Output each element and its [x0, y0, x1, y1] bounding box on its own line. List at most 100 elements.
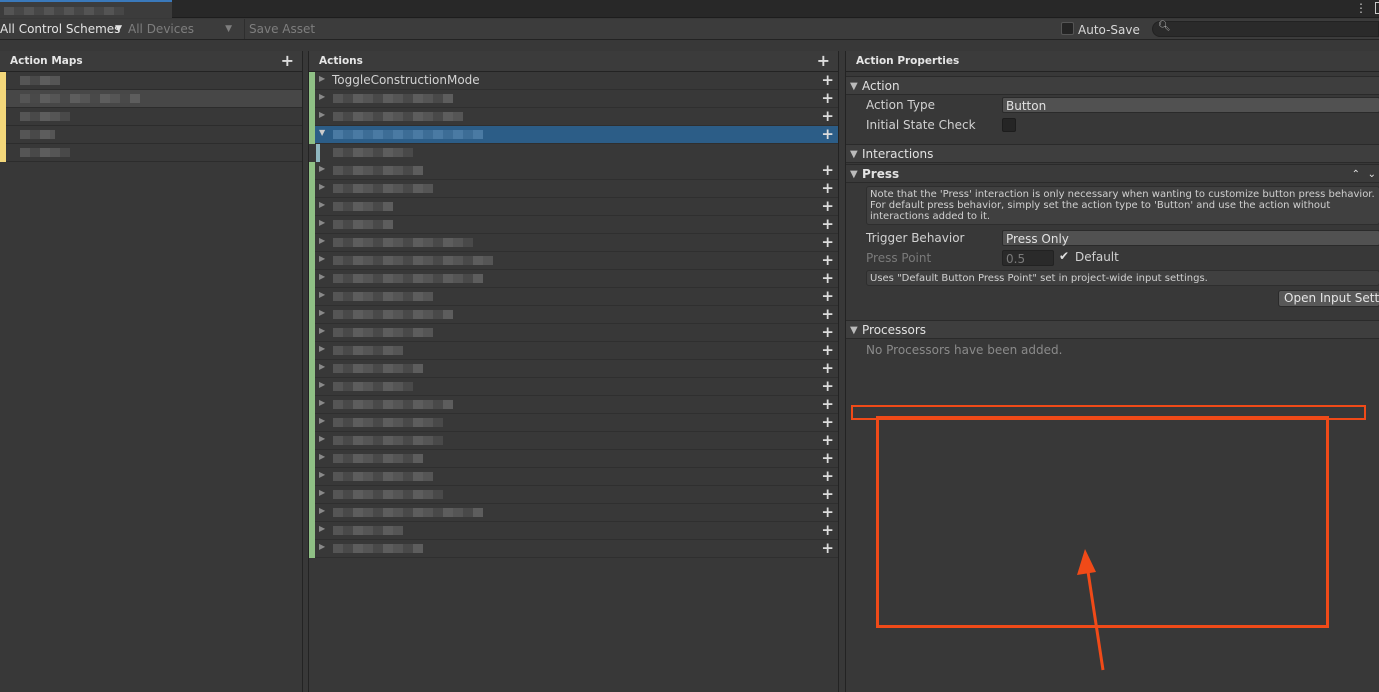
action-item[interactable]: ▶ + — [309, 179, 838, 198]
action-item[interactable]: ▶ + — [309, 413, 838, 432]
binding-item[interactable] — [309, 144, 838, 162]
add-binding-icon[interactable]: + — [821, 179, 834, 197]
action-item[interactable]: ▶ + — [309, 521, 838, 540]
add-binding-icon[interactable]: + — [821, 161, 834, 179]
action-item[interactable]: ▶ ToggleConstructionMode + — [309, 71, 838, 90]
expand-arrow-icon[interactable]: ▶ — [319, 164, 325, 173]
expand-arrow-icon[interactable]: ▶ — [319, 344, 325, 353]
expand-arrow-icon[interactable]: ▶ — [319, 542, 325, 551]
expand-arrow-icon[interactable]: ▶ — [319, 524, 325, 533]
devices-dropdown[interactable]: All Devices ▼ — [128, 19, 238, 39]
expand-arrow-icon[interactable]: ▶ — [319, 200, 325, 209]
action-section-header[interactable]: ▼ Action — [846, 76, 1379, 95]
expand-arrow-icon[interactable]: ▶ — [319, 74, 325, 83]
add-binding-icon[interactable]: + — [821, 521, 834, 539]
expand-arrow-icon[interactable]: ▶ — [319, 362, 325, 371]
add-binding-icon[interactable]: + — [821, 305, 834, 323]
press-interaction-header[interactable]: ▼ Press ⌃ ⌄ — [846, 164, 1379, 183]
add-action-map-icon[interactable]: + — [281, 50, 294, 71]
processors-section-header[interactable]: ▼ Processors — [846, 320, 1379, 339]
add-binding-icon[interactable]: + — [821, 107, 834, 125]
add-binding-icon[interactable]: + — [821, 503, 834, 521]
action-item[interactable]: ▶ + — [309, 305, 838, 324]
add-binding-icon[interactable]: + — [821, 485, 834, 503]
add-binding-icon[interactable]: + — [821, 359, 834, 377]
maximize-icon[interactable] — [1375, 2, 1379, 14]
action-item[interactable]: ▶ + — [309, 233, 838, 252]
add-binding-icon[interactable]: + — [821, 323, 834, 341]
action-item[interactable]: ▶ + — [309, 395, 838, 414]
collapse-arrow-icon[interactable]: ▼ — [319, 128, 325, 137]
expand-arrow-icon[interactable]: ▶ — [319, 506, 325, 515]
action-item[interactable]: ▶ + — [309, 89, 838, 108]
action-map-item[interactable] — [0, 108, 302, 126]
add-binding-icon[interactable]: + — [821, 197, 834, 215]
action-item[interactable]: ▶ + — [309, 107, 838, 126]
expand-arrow-icon[interactable]: ▶ — [319, 326, 325, 335]
action-item[interactable]: ▶ + — [309, 341, 838, 360]
action-item[interactable]: ▶ + — [309, 269, 838, 288]
add-binding-icon[interactable]: + — [821, 341, 834, 359]
action-item[interactable]: ▶ + — [309, 539, 838, 558]
expand-arrow-icon[interactable]: ▶ — [319, 254, 325, 263]
add-binding-icon[interactable]: + — [821, 125, 834, 143]
add-binding-icon[interactable]: + — [821, 449, 834, 467]
action-item[interactable]: ▶ + — [309, 467, 838, 486]
add-binding-icon[interactable]: + — [821, 71, 834, 89]
move-up-icon[interactable]: ⌃ — [1352, 165, 1360, 184]
expand-arrow-icon[interactable]: ▶ — [319, 434, 325, 443]
control-schemes-dropdown[interactable]: All Control Schemes ▼ — [0, 19, 126, 39]
action-item[interactable]: ▶ + — [309, 287, 838, 306]
expand-arrow-icon[interactable]: ▶ — [319, 452, 325, 461]
expand-arrow-icon[interactable]: ▶ — [319, 470, 325, 479]
add-binding-icon[interactable]: + — [821, 251, 834, 269]
add-binding-icon[interactable]: + — [821, 215, 834, 233]
expand-arrow-icon[interactable]: ▶ — [319, 416, 325, 425]
action-map-item[interactable] — [0, 126, 302, 144]
expand-arrow-icon[interactable]: ▶ — [319, 110, 325, 119]
add-binding-icon[interactable]: + — [821, 269, 834, 287]
expand-arrow-icon[interactable]: ▶ — [319, 236, 325, 245]
expand-arrow-icon[interactable]: ▶ — [319, 488, 325, 497]
add-binding-icon[interactable]: + — [821, 233, 834, 251]
action-item[interactable]: ▶ + — [309, 485, 838, 504]
initial-state-check-checkbox[interactable] — [1002, 118, 1016, 132]
expand-arrow-icon[interactable]: ▶ — [319, 218, 325, 227]
add-binding-icon[interactable]: + — [821, 287, 834, 305]
move-down-icon[interactable]: ⌄ — [1368, 165, 1376, 184]
action-item[interactable]: ▶ + — [309, 161, 838, 180]
checkmark-icon[interactable]: ✔ — [1059, 249, 1069, 263]
add-action-icon[interactable]: + — [817, 50, 830, 71]
action-item[interactable]: ▶ + — [309, 449, 838, 468]
action-item[interactable]: ▶ + — [309, 323, 838, 342]
more-options-icon[interactable]: ⋮ — [1355, 1, 1367, 15]
action-item[interactable]: ▶ + — [309, 215, 838, 234]
add-binding-icon[interactable]: + — [821, 377, 834, 395]
add-binding-icon[interactable]: + — [821, 539, 834, 557]
add-binding-icon[interactable]: + — [821, 89, 834, 107]
action-item-selected[interactable]: ▼ + — [309, 125, 838, 144]
trigger-behavior-dropdown[interactable]: Press Only — [1002, 230, 1379, 246]
expand-arrow-icon[interactable]: ▶ — [319, 272, 325, 281]
search-input[interactable]: 🔍︎ — [1152, 21, 1379, 37]
expand-arrow-icon[interactable]: ▶ — [319, 398, 325, 407]
open-input-settings-button[interactable]: Open Input Settings — [1278, 290, 1379, 307]
save-asset-button[interactable]: Save Asset — [244, 19, 319, 39]
press-point-field[interactable]: 0.5 — [1002, 250, 1054, 266]
expand-arrow-icon[interactable]: ▶ — [319, 290, 325, 299]
expand-arrow-icon[interactable]: ▶ — [319, 182, 325, 191]
add-binding-icon[interactable]: + — [821, 395, 834, 413]
action-item[interactable]: ▶ + — [309, 431, 838, 450]
add-binding-icon[interactable]: + — [821, 467, 834, 485]
expand-arrow-icon[interactable]: ▶ — [319, 92, 325, 101]
expand-arrow-icon[interactable]: ▶ — [319, 380, 325, 389]
action-map-item[interactable] — [0, 144, 302, 162]
auto-save-checkbox[interactable] — [1061, 22, 1074, 35]
add-binding-icon[interactable]: + — [821, 431, 834, 449]
action-item[interactable]: ▶ + — [309, 377, 838, 396]
add-binding-icon[interactable]: + — [821, 413, 834, 431]
expand-arrow-icon[interactable]: ▶ — [319, 308, 325, 317]
action-item[interactable]: ▶ + — [309, 251, 838, 270]
action-map-item[interactable] — [0, 90, 302, 108]
action-type-dropdown[interactable]: Button — [1002, 97, 1379, 113]
